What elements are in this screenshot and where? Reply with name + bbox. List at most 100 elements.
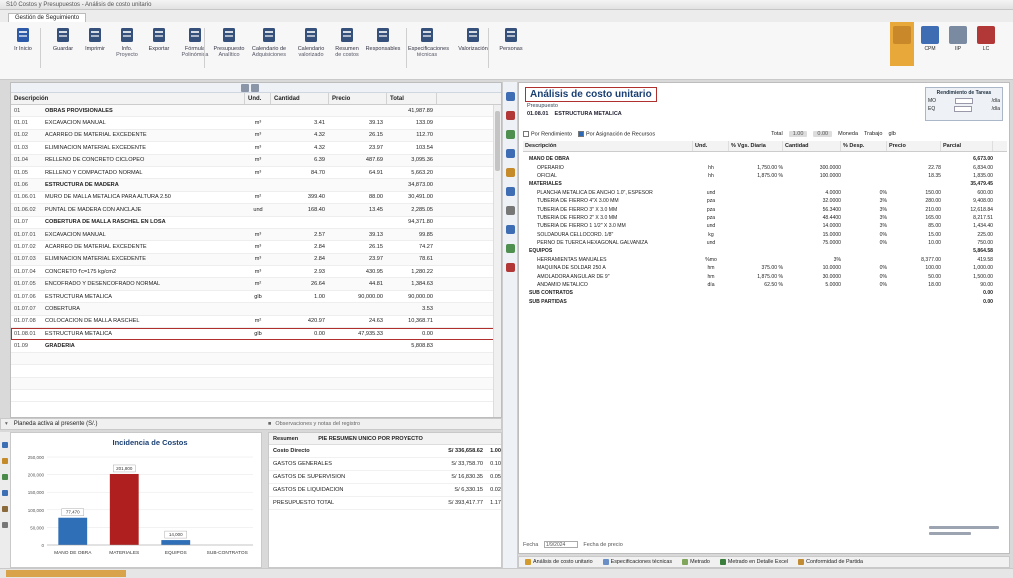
table-row[interactable]: 01.07.02 ACARREO DE MATERIAL EXCEDENTE m³ 2… (11, 241, 501, 254)
col-desc[interactable]: Descripción (523, 141, 693, 151)
rend-mo-input[interactable] (954, 98, 973, 104)
chart-tool-icon[interactable] (2, 442, 8, 448)
expand-icon[interactable] (251, 84, 259, 92)
col-und[interactable]: Und. (693, 141, 729, 151)
table-row[interactable]: 01.07.01 EXCAVACION MANUAL m³ 2.57 39.13 99.8… (11, 228, 501, 242)
table-row[interactable]: 01.06 ESTRUCTURA DE MADERA 34,873.00 (11, 179, 501, 192)
valuation-button[interactable]: Valorización (454, 26, 492, 52)
table-row[interactable]: 01.01 EXCAVACION MANUAL m³ 3.41 39.13 133.09 (11, 117, 501, 130)
analysis-item-row[interactable]: OFICIAL hh 1,875.00 % 100.0000 18.35 1,835.00 (523, 172, 1007, 180)
col-vgs[interactable]: % Vgs. Diaria (729, 141, 783, 151)
side-tool-icon[interactable] (505, 92, 515, 101)
table-row[interactable]: 01.07.05 ENCOFRADO Y DESENCOFRADO NORMAL m… (11, 278, 501, 291)
chart-tool-icon[interactable] (2, 474, 8, 480)
summary-button[interactable]: Resumen de costos (328, 26, 366, 58)
analysis-item-row[interactable]: OPERARIO hh 1,750.00 % 300.0000 22.78 6,834.0… (523, 163, 1007, 171)
table-row[interactable] (11, 365, 501, 378)
table-row[interactable]: 01.04 RELLENO DE CONCRETO CICLOPEO m³ 6.39 4… (11, 154, 501, 167)
side-tool-icon[interactable] (505, 263, 515, 272)
rend-eq-input[interactable] (954, 106, 973, 112)
analysis-item-row[interactable]: TUBERIA DE FIERRO 4"X 3.00 MM pza 32.0000 3… (523, 197, 1007, 205)
vertical-scrollbar[interactable] (493, 105, 501, 417)
analysis-item-row[interactable]: SOLDADURA CELLOCORD. 1/8" kg 15.0000 0% 15.0… (523, 231, 1007, 239)
side-tool-icon[interactable] (505, 225, 515, 234)
side-tool-icon[interactable] (505, 244, 515, 253)
col-descripcion[interactable]: Descripción (11, 93, 245, 104)
tab-2[interactable]: Metrado (682, 559, 710, 565)
export-button[interactable]: Exportar (140, 26, 178, 52)
side-tool-icon[interactable] (505, 149, 515, 158)
chart-tool-icon[interactable] (2, 490, 8, 496)
analysis-section-row[interactable]: EQUIPOS 5,864.58 (523, 247, 1007, 255)
iip-tool-button[interactable]: IIP (946, 22, 970, 66)
side-tool-icon[interactable] (505, 206, 515, 215)
by-resource-checkbox[interactable] (577, 130, 584, 137)
col-total[interactable]: Total (387, 93, 437, 104)
filter-icon[interactable]: ▾ (5, 421, 8, 427)
col-und[interactable]: Und. (245, 93, 271, 104)
tab-4[interactable]: Conformidad de Partida (798, 559, 863, 565)
tab-3[interactable]: Metrado en Detalle Excel (719, 559, 788, 565)
table-row[interactable]: 01.07.03 ELIMINACION MATERIAL EXCEDENTE m³… (11, 253, 501, 267)
total-value-2[interactable]: 0.00 (813, 131, 833, 137)
check-person-button[interactable]: Personas (492, 26, 530, 52)
analysis-section-row[interactable]: SUB CONTRATOS 0.00 (523, 289, 1007, 297)
analysis-section-row[interactable]: SUB PARTIDAS 0.00 (523, 298, 1007, 306)
analysis-item-row[interactable]: HERRAMIENTAS MANUALES %mo 3% 8,377.00 419.58 (523, 256, 1007, 264)
side-tool-icon[interactable] (505, 111, 515, 120)
table-row[interactable] (11, 377, 501, 390)
table-row[interactable] (11, 352, 501, 366)
col-cantidad[interactable]: Cantidad (271, 93, 329, 104)
formula-button[interactable]: Fórmula Polinómica (176, 26, 214, 58)
filter-label[interactable]: Planeda activa al presente (S/.) (14, 421, 98, 427)
table-row[interactable]: 01.07 COBERTURA DE MALLA RASCHEL EN LOSA 9… (11, 217, 501, 229)
table-row[interactable]: 01.02 ACARREO DE MATERIAL EXCEDENTE m³ 4.32… (11, 129, 501, 143)
col-parcial[interactable]: Parcial (941, 141, 993, 151)
cpm-tool-button[interactable]: CPM (918, 22, 942, 66)
analysis-section-row[interactable]: MATERIALES 35,479.45 (523, 180, 1007, 188)
side-tool-icon[interactable] (505, 187, 515, 196)
analysis-item-row[interactable]: TUBERIA DE FIERRO 2" X 3.0 MM pza 48.4400 3… (523, 214, 1007, 222)
analysis-item-row[interactable]: PERNO DE TUERCA HEXAGONAL GALVANIZA und 75… (523, 239, 1007, 247)
grid-view-tool-button[interactable] (890, 22, 914, 66)
people-button[interactable]: Responsables (364, 26, 402, 52)
analysis-section-row[interactable]: MANO DE OBRA 6,673.00 (523, 155, 1007, 163)
analysis-item-row[interactable]: MAQUINA DE SOLDAR 250 A hm 375.00 % 10.0000… (523, 264, 1007, 272)
col-precio[interactable]: Precio (329, 93, 387, 104)
table-row[interactable]: 01.07.08 COLOCACION DE MALLA RASCHEL m² 420… (11, 316, 501, 329)
calendar-valued-button[interactable]: Calendario valorizado (292, 26, 330, 58)
calendar-button[interactable]: Calendario de Adquisiciones (250, 26, 288, 58)
analysis-item-row[interactable]: PLANCHA METALICA DE ANCHO 1.0", ESPESOR u… (523, 189, 1007, 197)
trabajo-label[interactable]: Trabajo (864, 131, 882, 137)
col-cantidad[interactable]: Cantidad (783, 141, 841, 151)
table-row[interactable]: 01.05 RELLENO Y COMPACTADO NORMAL m³ 84.70 6… (11, 167, 501, 180)
notes-icon[interactable]: ■ (268, 421, 271, 427)
home-button[interactable]: Ir Inicio (4, 26, 42, 52)
tab-gestion-seguimiento[interactable]: Gestión de Seguimiento (8, 13, 87, 22)
table-row[interactable]: 01 OBRAS PROVISIONALES 41,987.89 (11, 105, 501, 118)
col-desp[interactable]: % Desp. (841, 141, 887, 151)
table-row[interactable]: 01.06.01 MURO DE MALLA METALICA PARA ALTU… (11, 192, 501, 205)
analysis-item-row[interactable]: TUBERIA DE FIERRO 1 1/2" X 3.0 MM und 14.0… (523, 222, 1007, 230)
tab-0[interactable]: Análisis de costo unitario (525, 559, 593, 565)
by-resource-option[interactable]: Por Asignación de Recursos (577, 130, 655, 137)
total-value-1[interactable]: 1.00 (788, 131, 808, 137)
chart-tool-icon[interactable] (2, 522, 8, 528)
chart-tool-icon[interactable] (2, 458, 8, 464)
table-row[interactable]: 01.07.07 COBERTURA 3.53 (11, 303, 501, 316)
col-precio[interactable]: Precio (887, 141, 941, 151)
table-row[interactable] (11, 390, 501, 403)
table-row[interactable]: 01.06.02 PUNTAL DE MADERA CON ANCLAJE und 1… (11, 204, 501, 217)
table-row-selected[interactable]: 01.08.01 ESTRUCTURA METALICA glb 0.00 47,935… (11, 328, 501, 341)
by-rendimiento-checkbox[interactable] (523, 130, 529, 137)
budget-button[interactable]: Presupuesto Analítico (210, 26, 248, 58)
table-row[interactable]: 01.07.04 CONCRETO f'c=175 kg/cm2 m³ 2.93 430… (11, 266, 501, 279)
collapse-icon[interactable] (241, 84, 249, 92)
tab-1[interactable]: Especificaciones técnicas (602, 559, 672, 565)
analysis-item-row[interactable]: ANDAMIO METALICO día 62.50 % 5.0000 0% 18.00 9… (523, 281, 1007, 289)
table-row[interactable]: 01.03 ELIMINACION MATERIAL EXCEDENTE m³ 4.3… (11, 142, 501, 155)
analysis-item-row[interactable]: AMOLADORA ANGULAR DE 9" hm 1,875.00 % 30.00… (523, 272, 1007, 280)
moneda-label[interactable]: Moneda (838, 131, 858, 137)
lc-tool-button[interactable]: LC (974, 22, 998, 66)
specs-button[interactable]: Especificaciones técnicas (408, 26, 449, 58)
